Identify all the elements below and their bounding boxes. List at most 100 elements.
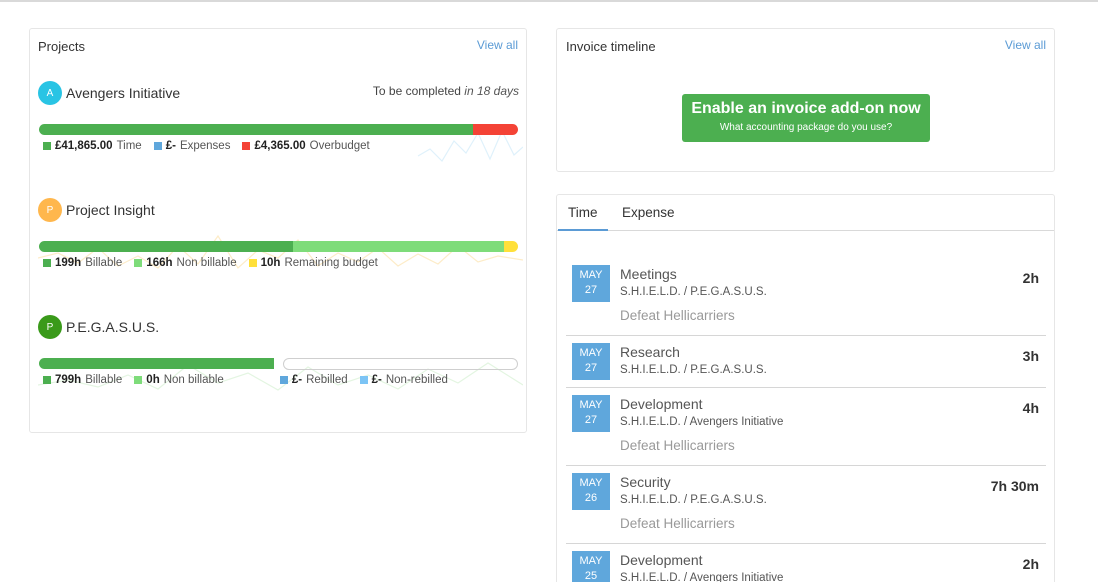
cta-main-label: Enable an invoice add-on now (691, 100, 921, 117)
legend-swatch (43, 376, 51, 384)
project-name[interactable]: P.E.G.A.S.U.S. (66, 319, 159, 335)
legend-label: Non billable (176, 257, 237, 269)
legend-value: £41,865.00 (55, 140, 113, 152)
legend-label: Time (116, 140, 142, 152)
entry-task: Defeat Hellicarriers (620, 308, 735, 323)
legend-value: 199h (55, 257, 82, 269)
entry-hours: 2h (1022, 556, 1039, 572)
entry-client-project: S.H.I.E.L.D. / P.E.G.A.S.U.S. (620, 494, 767, 506)
project-progress-bar: 0.49 (39, 358, 518, 369)
project-progress-bar: 0.9060.094 (39, 124, 518, 135)
legend-item: £- Expenses (153, 140, 230, 152)
bar-segment: 0.906 (39, 124, 473, 135)
project-due-text: To be completed in 18 days (372, 84, 519, 98)
project-progress-bar: 0.530.440.03 (39, 241, 518, 252)
legend-label: Non-rebilled (385, 374, 448, 386)
entry-title: Development (620, 396, 703, 412)
time-entry[interactable]: MAY 27 Meetings S.H.I.E.L.D. / P.E.G.A.S.… (566, 265, 1046, 336)
time-entry[interactable]: MAY 26 Security S.H.I.E.L.D. / P.E.G.A.S.… (566, 473, 1046, 544)
time-expense-card: Time Expense MAY 27 Meetings S.H.I.E.L.D.… (556, 194, 1055, 582)
project-legend: £41,865.00 Time £- Expenses £4,365.00 Overbud… (43, 140, 370, 152)
legend-value: £- (371, 374, 382, 386)
legend-item: 199h Billable (43, 257, 122, 269)
bar-segment: 0.44 (292, 241, 504, 252)
bar-segment: 0.49 (39, 358, 274, 369)
bar-segment: 0.03 (503, 241, 518, 252)
project-pegasus[interactable]: P P.E.G.A.S.U.S. 0.49 799hBillable 0hNon … (38, 315, 523, 415)
invoice-timeline-card: Invoice timeline View all Enable an invo… (556, 28, 1055, 172)
top-divider (0, 0, 1098, 2)
entry-title: Security (620, 474, 671, 490)
date-badge: MAY 26 (572, 473, 610, 510)
legend-label: Overbudget (309, 140, 370, 152)
legend-swatch (248, 259, 257, 267)
entry-client-project: S.H.I.E.L.D. / Avengers Initiative (620, 572, 784, 582)
entry-hours: 3h (1022, 348, 1039, 364)
date-badge: MAY 25 (572, 551, 610, 582)
entry-hours: 7h 30m (990, 478, 1039, 494)
legend-swatch (134, 259, 143, 267)
time-entry[interactable]: MAY 27 Development S.H.I.E.L.D. / Avenger… (566, 395, 1046, 466)
legend-value: £- (165, 140, 176, 152)
date-badge: MAY 27 (572, 343, 610, 380)
tab-expense[interactable]: Expense (622, 205, 675, 220)
legend-swatch (43, 259, 51, 267)
legend-item: £- Non-rebilled (359, 374, 448, 386)
legend-label: Billable (85, 257, 123, 269)
invoice-timeline-title: Invoice timeline (566, 39, 656, 54)
entries-tabs: Time Expense (557, 195, 1054, 231)
legend-value: 799h (55, 374, 82, 386)
legend-value: 10h (260, 257, 281, 269)
project-legend: 799h Billable 0h Non billable £- Rebilled £- No… (43, 374, 448, 386)
project-project-insight[interactable]: P Project Insight 0.530.440.03 199hBilla… (38, 198, 523, 298)
invoice-view-all-link[interactable]: View all (1005, 38, 1046, 52)
legend-item: 10h Remaining budget (248, 257, 378, 269)
time-entry[interactable]: MAY 27 Research S.H.I.E.L.D. / P.E.G.A.S.… (566, 343, 1046, 388)
legend-value: 0h (146, 374, 160, 386)
project-avengers-initiative[interactable]: A Avengers Initiative To be completed in… (38, 81, 523, 181)
entry-title: Development (620, 552, 703, 568)
bar-segment: 0.094 (472, 124, 518, 135)
enable-invoice-addon-button[interactable]: Enable an invoice add-on now What accoun… (682, 94, 930, 142)
entry-client-project: S.H.I.E.L.D. / P.E.G.A.S.U.S. (620, 286, 767, 298)
project-sparkline (38, 362, 523, 391)
time-entry[interactable]: MAY 25 Development S.H.I.E.L.D. / Avenger… (566, 551, 1046, 582)
legend-item: 0h Non billable (134, 374, 224, 386)
legend-swatch (43, 142, 51, 150)
legend-swatch (134, 376, 143, 384)
project-sparkline (417, 129, 523, 162)
legend-item: £4,365.00 Overbudget (242, 140, 370, 152)
entry-task: Defeat Hellicarriers (620, 516, 735, 531)
legend-swatch (359, 376, 368, 384)
legend-label: Remaining budget (284, 257, 378, 269)
date-badge: MAY 27 (572, 395, 610, 432)
entry-client-project: S.H.I.E.L.D. / P.E.G.A.S.U.S. (620, 364, 767, 376)
legend-item: 799h Billable (43, 374, 122, 386)
legend-value: £- (291, 374, 303, 386)
project-avatar: P (38, 198, 62, 222)
project-name[interactable]: Avengers Initiative (66, 85, 180, 101)
legend-value: 166h (146, 257, 173, 269)
project-sparkline (38, 234, 523, 269)
legend-swatch (153, 142, 162, 150)
entry-title: Research (620, 344, 680, 360)
entry-client-project: S.H.I.E.L.D. / Avengers Initiative (620, 416, 784, 428)
project-legend: 199h Billable 166h Non billable 10h Remaining… (43, 257, 378, 269)
legend-swatch (279, 376, 288, 384)
legend-value: £4,365.00 (254, 140, 306, 152)
entry-task: Defeat Hellicarriers (620, 438, 735, 453)
legend-swatch (242, 142, 251, 150)
legend-item: 166h Non billable (134, 257, 237, 269)
project-name[interactable]: Project Insight (66, 202, 155, 218)
projects-view-all-link[interactable]: View all (477, 38, 518, 52)
tab-time[interactable]: Time (568, 205, 598, 220)
legend-item: £- Rebilled (279, 374, 348, 386)
project-avatar: A (38, 81, 62, 105)
active-tab-indicator (558, 229, 608, 231)
legend-item: £41,865.00 Time (43, 140, 142, 152)
project-avatar: P (38, 315, 62, 339)
projects-card: Projects View all A Avengers Initiative … (29, 28, 527, 433)
legend-label: Rebilled (306, 374, 348, 386)
cta-sub-label: What accounting package do you use? (719, 122, 893, 133)
entry-hours: 4h (1022, 400, 1039, 416)
